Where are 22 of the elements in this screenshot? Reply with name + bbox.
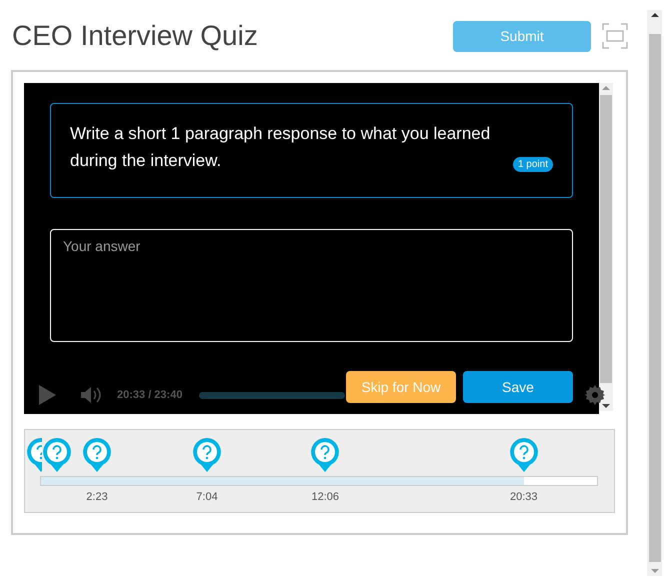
- marker-time: 20:33: [510, 491, 538, 503]
- scrollbar[interactable]: [599, 83, 613, 411]
- answer-field[interactable]: Your answer: [50, 229, 573, 342]
- question-marker-icon[interactable]: [508, 437, 539, 473]
- quiz-title: CEO Interview Quiz: [12, 20, 259, 52]
- submit-button[interactable]: Submit: [453, 20, 591, 52]
- question-marker-icon[interactable]: [192, 437, 222, 473]
- marker-time: 7:04: [196, 491, 218, 503]
- seek-bar[interactable]: [199, 392, 346, 398]
- fullscreen-icon[interactable]: [602, 23, 628, 49]
- volume-icon[interactable]: [80, 386, 102, 404]
- question-marker-icon[interactable]: [310, 437, 340, 473]
- save-button[interactable]: Save: [463, 371, 573, 403]
- skip-button[interactable]: Skip for Now: [346, 371, 456, 403]
- playback-time: 20:33 / 23:40: [117, 389, 182, 401]
- marker-time: 2:23: [86, 491, 108, 503]
- question-marker-icon[interactable]: [82, 437, 112, 473]
- question-text: Write a short 1 paragraph response to what you learned during the interview.: [70, 123, 492, 172]
- marker-time: 12:06: [311, 491, 340, 503]
- play-icon[interactable]: [37, 384, 57, 406]
- points-badge: 1 point: [512, 157, 553, 172]
- page-scrollbar[interactable]: [647, 10, 662, 576]
